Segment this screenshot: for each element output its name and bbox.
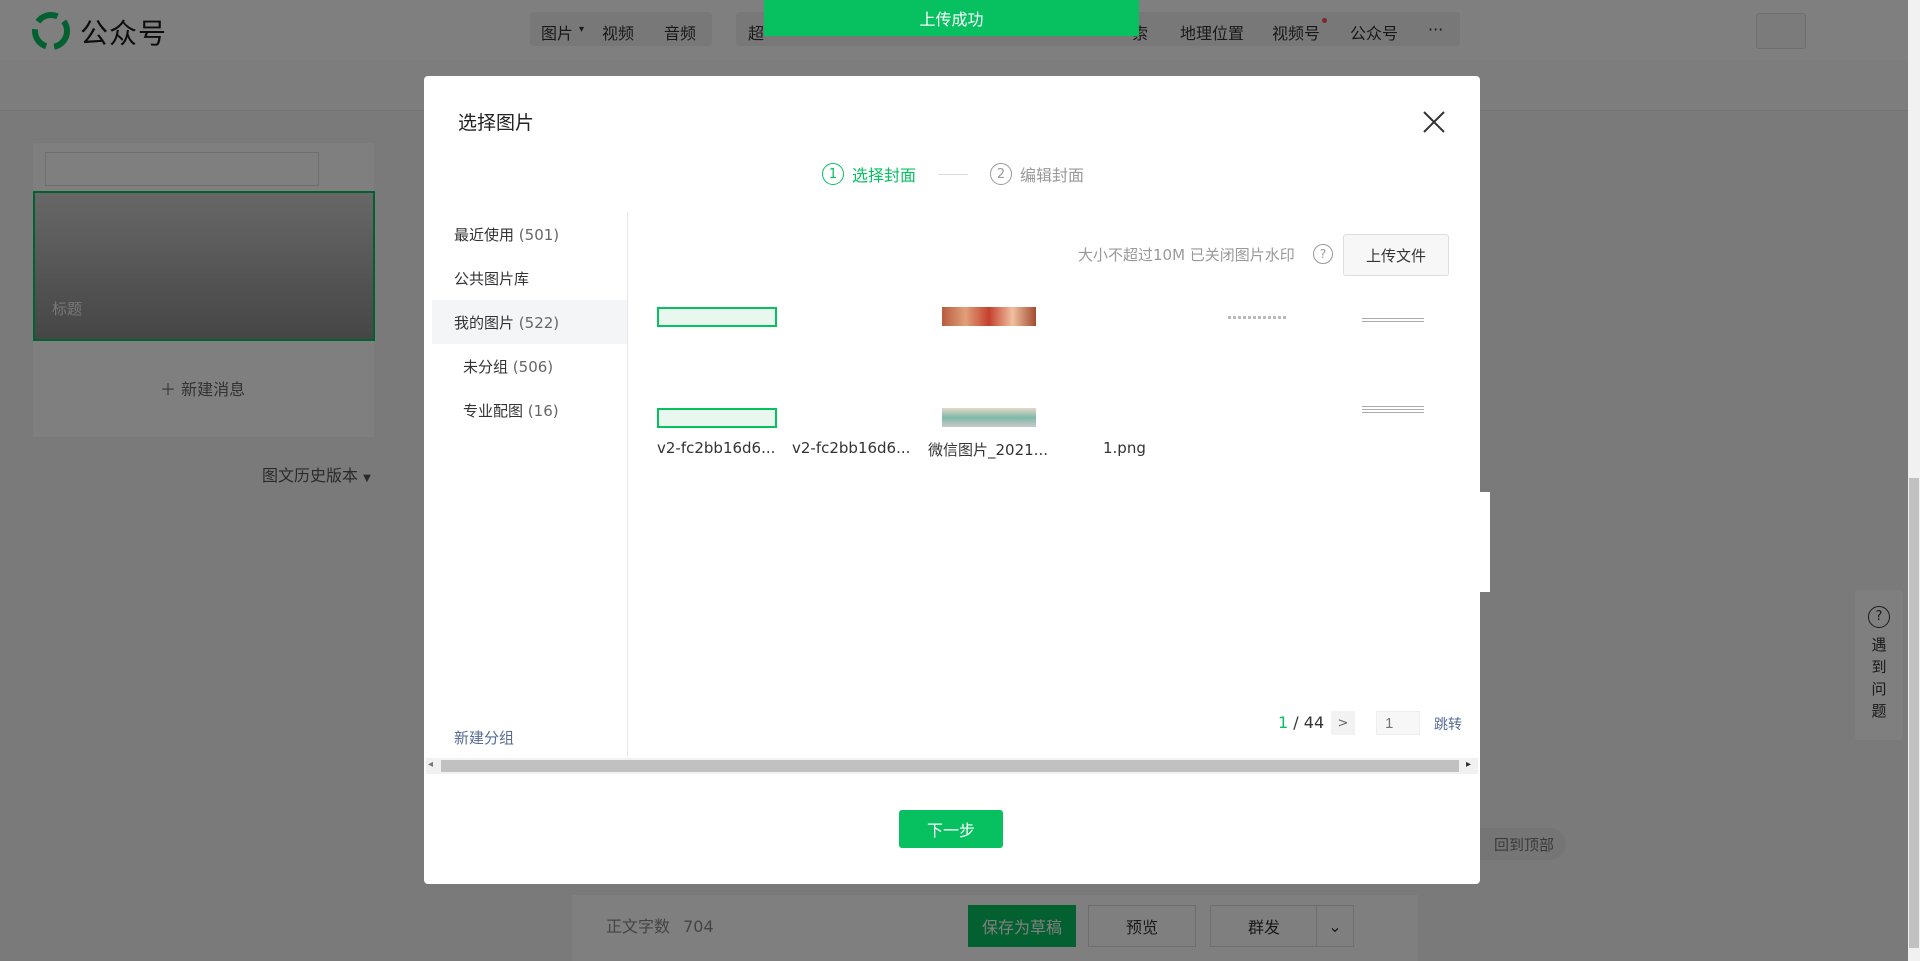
image-thumbnail[interactable] — [657, 307, 777, 327]
pager-current: 1 — [1278, 713, 1289, 732]
step-2-number: 2 — [990, 163, 1013, 185]
image-thumbnail[interactable] — [1362, 405, 1424, 413]
close-icon[interactable] — [1418, 106, 1450, 138]
page-number-input[interactable] — [1376, 711, 1420, 735]
image-name: 1.png — [1103, 439, 1146, 457]
group-count: (506) — [512, 358, 554, 376]
group-label: 我的图片 — [454, 314, 515, 332]
next-step-button[interactable]: 下一步 — [899, 810, 1003, 848]
group-label: 未分组 — [463, 358, 509, 376]
group-professional[interactable]: 专业配图 (16) — [463, 400, 559, 421]
step-1-number: 1 — [822, 163, 844, 185]
image-name: 微信图片_2021... — [928, 441, 1048, 459]
group-label: 专业配图 — [463, 402, 524, 420]
sidebar-divider — [627, 212, 628, 757]
group-recent[interactable]: 最近使用 (501) — [454, 224, 559, 245]
horizontal-scrollbar-thumb[interactable] — [441, 760, 1459, 772]
new-group-link[interactable]: 新建分组 — [454, 727, 514, 748]
image-thumbnail[interactable] — [1362, 316, 1424, 322]
question-icon[interactable]: ? — [1313, 244, 1333, 264]
upload-success-toast: 上传成功 — [764, 0, 1139, 36]
group-label: 最近使用 — [454, 226, 515, 244]
image-name: v2-fc2bb16d6... — [792, 439, 911, 457]
image-thumbnail[interactable] — [1228, 316, 1288, 319]
step-2-label: 编辑封面 — [1020, 166, 1085, 185]
group-label: 公共图片库 — [454, 270, 530, 288]
group-count: (501) — [518, 226, 560, 244]
image-thumbnail[interactable] — [657, 408, 777, 428]
group-my-images[interactable]: 我的图片 (522) — [454, 312, 559, 333]
scroll-right-arrow-icon[interactable]: ▸ — [1466, 759, 1471, 770]
pager-total: / 44 — [1293, 713, 1325, 732]
chevron-right-icon[interactable]: > — [1331, 711, 1355, 735]
jump-link[interactable]: 跳转 — [1434, 714, 1462, 734]
pager-status: 1 / 44 — [1278, 713, 1324, 732]
image-name: v2-fc2bb16d6... — [657, 439, 776, 457]
page-scrollbar-thumb[interactable] — [1909, 478, 1919, 948]
dialog-title: 选择图片 — [458, 112, 535, 134]
group-count: (16) — [527, 402, 559, 420]
group-ungrouped[interactable]: 未分组 (506) — [463, 356, 553, 377]
group-count: (522) — [518, 314, 560, 332]
image-thumbnail[interactable] — [942, 307, 1036, 326]
step-1-label: 选择封面 — [852, 166, 917, 185]
stepper: 1 选择封面 2 编辑封面 — [822, 162, 1084, 186]
group-public-library[interactable]: 公共图片库 — [454, 268, 529, 289]
image-thumbnail[interactable] — [942, 408, 1036, 427]
dialog-edge-strip — [1480, 492, 1490, 592]
upload-file-button[interactable]: 上传文件 — [1343, 234, 1449, 276]
step-divider — [938, 173, 969, 175]
upload-hint: 大小不超过10M 已关闭图片水印 — [1078, 246, 1295, 264]
scroll-left-arrow-icon[interactable]: ◂ — [428, 759, 433, 770]
